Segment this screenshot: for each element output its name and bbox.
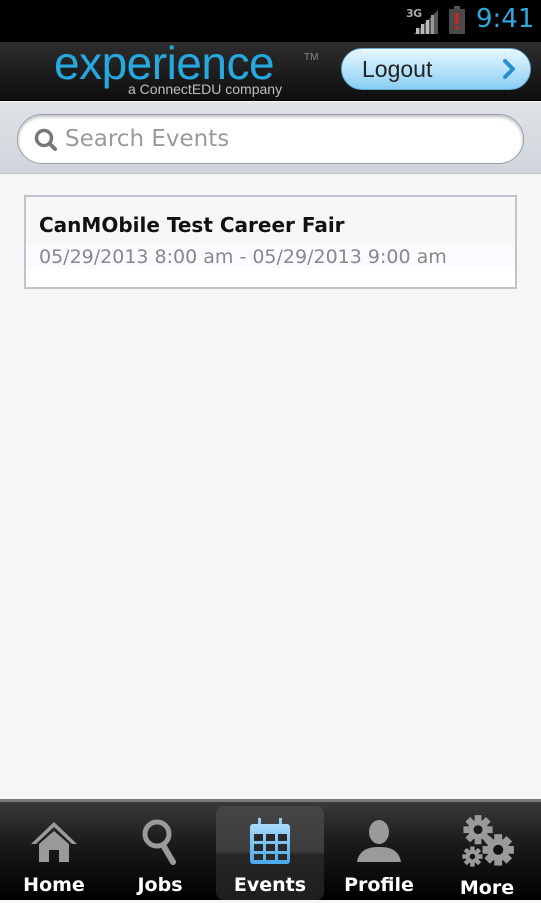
- logo-subtitle: a ConnectEDU company: [128, 81, 283, 97]
- search-icon: [142, 819, 176, 865]
- gears-icon: [462, 815, 514, 867]
- tab-more[interactable]: More: [433, 802, 541, 903]
- calendar-icon: [250, 818, 290, 864]
- search-field[interactable]: [17, 114, 524, 164]
- tab-profile[interactable]: Profile: [325, 802, 433, 903]
- clock: 9:41: [476, 4, 535, 34]
- event-dates: 05/29/2013 8:00 am - 05/29/2013 9:00 am: [39, 246, 447, 268]
- bottom-tab-bar: Home Jobs Events Profile More: [0, 799, 541, 900]
- search-icon: [34, 128, 57, 151]
- search-input[interactable]: [65, 123, 505, 155]
- chevron-right-icon: [503, 59, 515, 79]
- tab-events[interactable]: Events: [216, 806, 324, 900]
- logout-label: Logout: [362, 56, 433, 82]
- event-title: CanMObile Test Career Fair: [39, 213, 345, 237]
- home-icon: [31, 822, 77, 862]
- logo-trademark: TM: [304, 52, 319, 63]
- battery-alert-icon: [449, 6, 465, 34]
- tab-jobs[interactable]: Jobs: [106, 802, 214, 903]
- logo: experience TM a ConnectEDU company: [54, 37, 324, 100]
- person-icon: [357, 820, 401, 862]
- tab-label: Home: [23, 874, 85, 896]
- logout-button[interactable]: Logout: [341, 48, 531, 90]
- tab-label: Jobs: [137, 874, 183, 896]
- events-list: CanMObile Test Career Fair 05/29/2013 8:…: [0, 175, 541, 799]
- event-list-item[interactable]: CanMObile Test Career Fair 05/29/2013 8:…: [24, 195, 517, 289]
- signal-icon: [414, 10, 438, 34]
- app-header: experience TM a ConnectEDU company Logou…: [0, 37, 541, 101]
- tab-label: Profile: [344, 874, 414, 896]
- tab-label: Events: [233, 874, 307, 896]
- tab-label: More: [459, 877, 515, 899]
- tab-home[interactable]: Home: [0, 802, 108, 903]
- search-bar: [0, 102, 541, 174]
